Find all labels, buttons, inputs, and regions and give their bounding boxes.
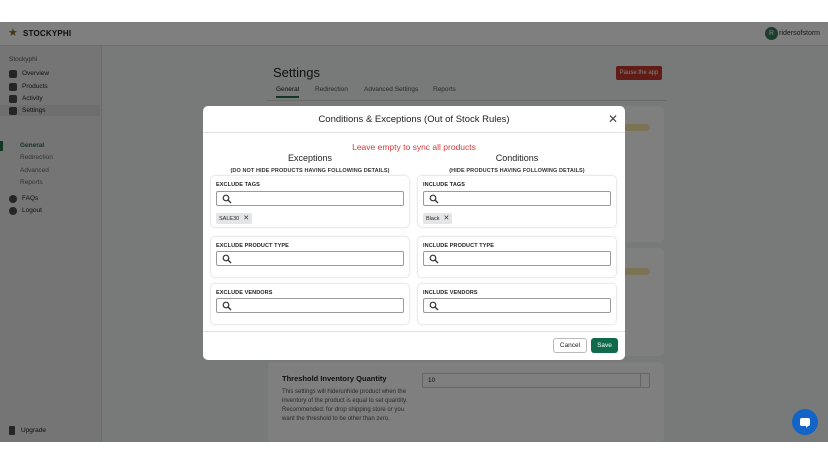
search-icon [222, 301, 232, 311]
exclude-tags-input[interactable] [235, 193, 400, 204]
exclude-tags-card: EXCLUDE TAGS SALE30 ✕ [211, 176, 409, 227]
include-product-type-input[interactable] [442, 253, 607, 264]
include-vendors-input-box[interactable] [423, 298, 611, 313]
include-tags-label: INCLUDE TAGS [423, 182, 466, 188]
sync-hint: Leave empty to sync all products [352, 142, 476, 152]
exclude-vendors-card: EXCLUDE VENDORS [211, 284, 409, 324]
close-icon[interactable]: ✕ [607, 113, 619, 125]
exclude-vendors-input-box[interactable] [216, 298, 404, 313]
tag-chip: Black ✕ [423, 213, 453, 224]
search-icon [429, 254, 439, 264]
modal-title: Conditions & Exceptions (Out of Stock Ru… [318, 114, 510, 125]
exceptions-title: Exceptions [287, 153, 333, 163]
exclude-product-type-label: EXCLUDE PRODUCT TYPE [216, 243, 289, 249]
search-icon [429, 301, 439, 311]
include-product-type-input-box[interactable] [423, 251, 611, 266]
include-product-type-label: INCLUDE PRODUCT TYPE [423, 243, 495, 249]
conditions-title: Conditions [495, 153, 539, 163]
cancel-button[interactable]: Cancel [553, 338, 587, 353]
chat-button[interactable] [792, 409, 818, 435]
include-tags-input[interactable] [442, 193, 607, 204]
exclude-tags-label: EXCLUDE TAGS [216, 182, 260, 188]
include-vendors-card: INCLUDE VENDORS [418, 284, 616, 324]
exclude-tags-input-box[interactable] [216, 191, 404, 206]
conditions-modal: Conditions & Exceptions (Out of Stock Ru… [203, 106, 625, 360]
exclude-vendors-input[interactable] [235, 300, 400, 311]
include-vendors-label: INCLUDE VENDORS [423, 290, 478, 296]
search-icon [222, 254, 232, 264]
conditions-subtitle: (HIDE PRODUCTS HAVING FOLLOWING DETAILS) [449, 168, 585, 174]
remove-tag-icon[interactable]: ✕ [243, 213, 249, 224]
exceptions-subtitle: (DO NOT HIDE PRODUCTS HAVING FOLLOWING D… [230, 168, 390, 174]
modal-header: Conditions & Exceptions (Out of Stock Ru… [203, 106, 625, 133]
tag-chip: SALE30 ✕ [216, 213, 253, 224]
include-tags-input-box[interactable] [423, 191, 611, 206]
include-product-type-card: INCLUDE PRODUCT TYPE [418, 237, 616, 277]
save-button[interactable]: Save [591, 338, 618, 353]
remove-tag-icon[interactable]: ✕ [443, 213, 449, 224]
exclude-product-type-input[interactable] [235, 253, 400, 264]
search-icon [429, 194, 439, 204]
exclude-vendors-label: EXCLUDE VENDORS [216, 290, 273, 296]
include-vendors-input[interactable] [442, 300, 607, 311]
search-icon [222, 194, 232, 204]
include-tags-card: INCLUDE TAGS Black ✕ [418, 176, 616, 227]
exclude-product-type-input-box[interactable] [216, 251, 404, 266]
exclude-product-type-card: EXCLUDE PRODUCT TYPE [211, 237, 409, 277]
